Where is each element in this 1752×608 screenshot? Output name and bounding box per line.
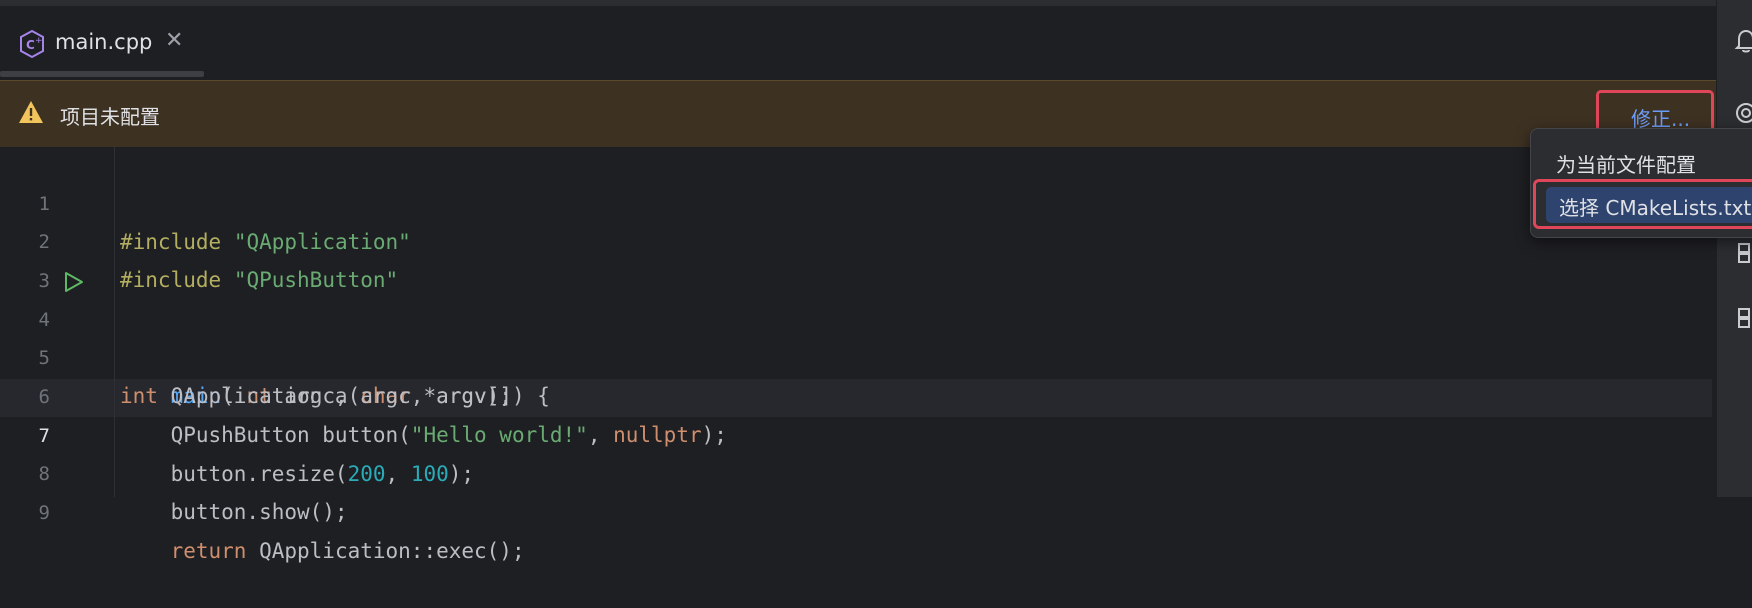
code-text: button.show(); [120, 500, 348, 524]
tab-filename: main.cpp [55, 30, 153, 54]
code-line[interactable]: 9 return QApplication::exec(); [0, 456, 1700, 563]
svg-text:+: + [35, 36, 43, 46]
editor-tab-bar: C + main.cpp ✕ [0, 6, 1716, 81]
right-tool-strip [1716, 0, 1752, 497]
plugin-icon[interactable] [1733, 305, 1752, 331]
notifications-bell-icon[interactable] [1733, 28, 1752, 54]
menu-item-label: 选择 CMakeLists.txt [1559, 196, 1752, 220]
line-number: 9 [38, 502, 50, 524]
run-gutter-icon[interactable] [62, 271, 84, 293]
code-line[interactable]: 6 QPushButton button("Hello world!", nul… [0, 340, 1700, 447]
code-line[interactable]: 5 QApplication a(argc, argv); [0, 301, 1700, 408]
keyword: return [120, 539, 247, 563]
svg-text:C: C [26, 38, 35, 52]
ai-assistant-icon[interactable] [1733, 100, 1752, 126]
highlighted-menu-item-frame: 选择 CMakeLists.txt [1533, 179, 1752, 229]
code-line[interactable]: 2 #include "QPushButton" [0, 185, 1700, 292]
active-tab-indicator [0, 71, 204, 77]
code-line-current[interactable]: 7 button.resize(200, 100); [0, 379, 1700, 486]
fix-options-popup: 为当前文件配置 选择 CMakeLists.txt [1530, 128, 1752, 238]
code-line[interactable]: 8 button.show(); [0, 417, 1700, 524]
banner-message: 项目未配置 [60, 105, 160, 129]
warning-icon [19, 101, 43, 123]
code-editor[interactable]: 1 #include "QApplication" 2 #include "QP… [0, 147, 1716, 563]
close-tab-icon[interactable]: ✕ [165, 30, 183, 52]
tab-main-cpp[interactable]: C + main.cpp ✕ [0, 6, 204, 80]
cpp-file-icon: C + [20, 29, 44, 59]
code-line[interactable]: 3 [0, 224, 1700, 292]
menu-item-configure-current-file[interactable]: 为当前文件配置 [1556, 149, 1696, 178]
code-text: QApplication::exec(); [246, 539, 525, 563]
code-line[interactable]: 4 int main(int argc, char *argv[]) { [0, 263, 1700, 408]
project-not-configured-banner: 项目未配置 修正... [0, 80, 1716, 148]
plugin-icon[interactable] [1733, 240, 1752, 266]
menu-item-select-cmakelists[interactable]: 选择 CMakeLists.txt [1546, 187, 1752, 223]
code-line[interactable]: 1 #include "QApplication" [0, 147, 1700, 254]
